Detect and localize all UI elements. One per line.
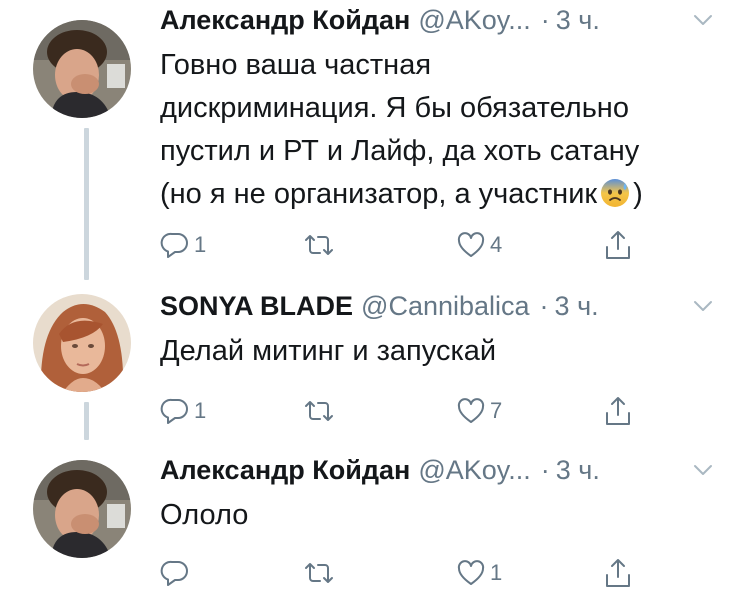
text-line: дискриминация. Я бы обязательно (160, 92, 629, 124)
username[interactable]: @Cannibalica (361, 288, 530, 324)
display-name[interactable]: Александр Койдан (160, 452, 410, 488)
like-button[interactable]: 4 (456, 228, 502, 262)
text-line: пустил и РТ и Лайф, да хоть сатану (160, 135, 640, 167)
chevron-down-icon[interactable] (692, 295, 714, 317)
retweet-icon (305, 563, 333, 583)
retweet-icon (305, 401, 333, 421)
reply-icon (160, 398, 188, 424)
tweet-actions: 1 7 (0, 394, 750, 428)
text-line: Ололо (160, 499, 249, 531)
display-name[interactable]: Александр Койдан (160, 2, 410, 38)
reply-button[interactable]: 1 (160, 394, 206, 428)
timestamp[interactable]: 3 ч. (556, 2, 600, 38)
tweet-text: Говно ваша частная дискриминация. Я бы о… (160, 44, 730, 216)
retweet-button[interactable] (302, 394, 340, 428)
tweet-actions: 1 4 (0, 228, 750, 262)
reply-button[interactable]: 1 (160, 228, 206, 262)
like-button[interactable]: 7 (456, 394, 502, 428)
heart-icon (457, 232, 485, 257)
separator-dot: · (539, 291, 549, 321)
tweet-text: Делай митинг и запускай (160, 330, 730, 373)
share-button[interactable] (603, 228, 633, 262)
share-icon (606, 559, 630, 587)
timestamp[interactable]: 3 ч. (556, 452, 600, 488)
avatar[interactable] (33, 294, 131, 392)
tweet-header: SONYA BLADE @Cannibalica · 3 ч. (160, 288, 599, 324)
reply-icon (160, 232, 188, 258)
reply-button[interactable] (160, 556, 194, 590)
username[interactable]: @AKoy... (418, 2, 530, 38)
reply-icon (160, 560, 188, 586)
share-icon (606, 231, 630, 259)
avatar[interactable] (33, 20, 131, 118)
retweet-icon (305, 235, 333, 255)
share-icon (606, 397, 630, 425)
text-line-content: (но я не организатор, а участник (160, 178, 598, 210)
like-count: 7 (490, 398, 503, 423)
chevron-down-icon[interactable] (692, 9, 714, 31)
tweet-header: Александр Койдан @AKoy... · 3 ч. (160, 452, 600, 488)
reply-count: 1 (194, 232, 207, 257)
like-count: 1 (490, 560, 503, 585)
like-button[interactable]: 1 (456, 556, 502, 590)
timestamp[interactable]: 3 ч. (555, 288, 599, 324)
tweet-actions: 1 (0, 556, 750, 590)
retweet-button[interactable] (302, 228, 340, 262)
heart-icon (457, 398, 485, 423)
anxious-face-with-sweat-emoji (601, 179, 630, 207)
tweet-header: Александр Койдан @AKoy... · 3 ч. (160, 2, 600, 38)
username[interactable]: @AKoy... (418, 452, 530, 488)
share-button[interactable] (603, 556, 633, 590)
separator-dot: · (540, 455, 550, 485)
share-button[interactable] (603, 394, 633, 428)
text-line: Говно ваша частная (160, 49, 432, 81)
tweet-text: Ололо (160, 494, 730, 537)
display-name[interactable]: SONYA BLADE (160, 288, 353, 324)
text-line-tail: ) (633, 178, 643, 210)
retweet-button[interactable] (302, 556, 340, 590)
text-line: (но я не организатор, а участник ) (160, 173, 730, 216)
separator-dot: · (540, 5, 550, 35)
avatar[interactable] (33, 460, 131, 558)
reply-count: 1 (194, 398, 207, 423)
heart-icon (457, 560, 485, 585)
chevron-down-icon[interactable] (692, 459, 714, 481)
text-line: Делай митинг и запускай (160, 335, 497, 367)
like-count: 4 (490, 232, 503, 257)
